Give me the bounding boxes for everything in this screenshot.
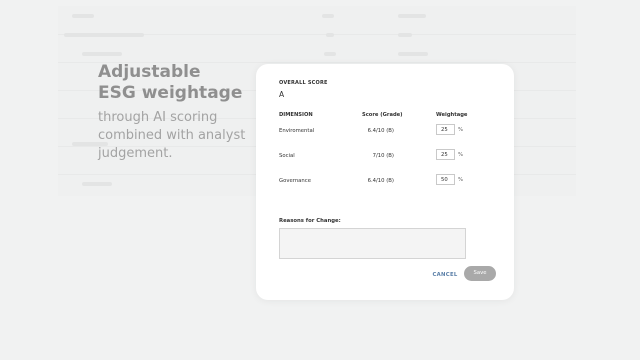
weightage-input-environmental[interactable] — [436, 124, 455, 135]
background-text — [398, 52, 428, 56]
promo-title-line: ESG weightage — [98, 83, 243, 103]
dimension-score: 6.4/10 (B) — [367, 128, 394, 134]
promo-subtitle-line: combined with analyst — [98, 128, 246, 143]
percent-unit: % — [458, 127, 464, 133]
background-text — [326, 33, 334, 37]
background-text — [64, 33, 144, 37]
dimension-row-environmental: Enviromental 6.4/10 (B) % — [256, 124, 514, 140]
reasons-textarea[interactable] — [279, 228, 466, 259]
promo-title: Adjustable ESG weightage — [98, 62, 258, 104]
background-text — [82, 182, 112, 186]
overall-score-value: A — [279, 90, 285, 99]
promo-subtitle-line: through AI scoring — [98, 110, 218, 125]
weightage-header: Weightage — [436, 112, 468, 118]
cancel-button[interactable]: CANCEL — [432, 269, 458, 281]
promo-subtitle-line: judgement. — [98, 146, 173, 161]
overall-score-label: OVERALL SCORE — [279, 80, 328, 86]
dimension-score: 6.4/10 (B) — [367, 178, 394, 184]
dimension-name: Enviromental — [279, 128, 315, 134]
dimension-row-social: Social 7/10 (B) % — [256, 149, 514, 165]
background-text — [398, 33, 412, 37]
dimension-row-governance: Governance 6.4/10 (B) % — [256, 174, 514, 190]
percent-unit: % — [458, 177, 464, 183]
esg-weightage-modal: OVERALL SCORE A DIMENSION Score (Grade) … — [256, 64, 514, 300]
percent-unit: % — [458, 152, 464, 158]
promo-title-line: Adjustable — [98, 62, 201, 82]
weightage-input-governance[interactable] — [436, 174, 455, 185]
score-header: Score (Grade) — [362, 112, 403, 118]
dimension-header: DIMENSION — [279, 112, 313, 118]
dimension-score: 7/10 (B) — [372, 153, 394, 159]
promo-subtitle: through AI scoring combined with analyst… — [98, 109, 258, 163]
save-button[interactable]: Save — [464, 266, 496, 281]
reasons-label: Reasons for Change: — [279, 218, 341, 224]
weightage-input-social[interactable] — [436, 149, 455, 160]
dimension-name: Social — [279, 153, 295, 159]
background-text — [322, 14, 334, 18]
background-text — [82, 52, 122, 56]
background-text — [398, 14, 426, 18]
background-text — [324, 52, 336, 56]
background-text — [72, 14, 94, 18]
dimension-name: Governance — [279, 178, 311, 184]
